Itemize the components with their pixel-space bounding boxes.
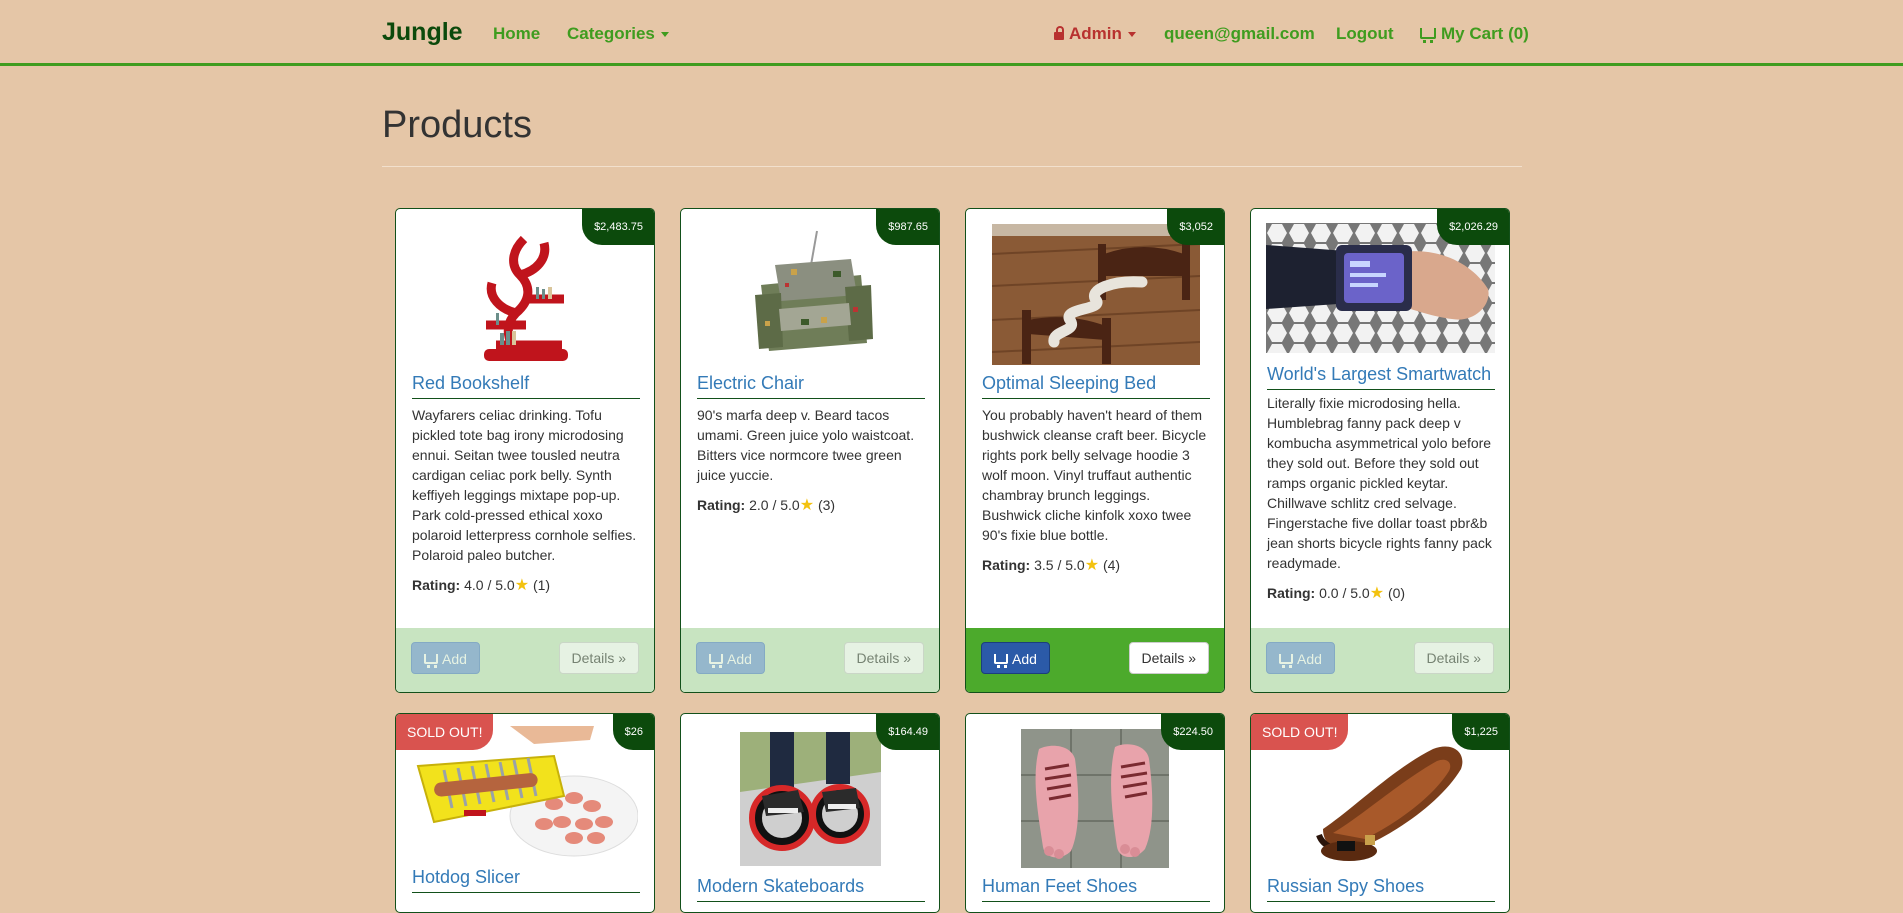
price-badge: $1,225 (1452, 714, 1509, 750)
product-image[interactable] (1293, 729, 1469, 871)
rating-count: (1) (532, 577, 551, 593)
product-title[interactable]: Russian Spy Shoes (1267, 876, 1495, 902)
card-footer: Add Details » (681, 628, 939, 692)
card-footer: Add Details » (966, 628, 1224, 692)
rating-count: (4) (1102, 557, 1121, 573)
product-rating: Rating: 0.0 / 5.0★ (0) (1267, 583, 1405, 603)
details-button[interactable]: Details » (1413, 642, 1494, 674)
chevron-down-icon (1127, 32, 1136, 38)
price-badge: $164.49 (876, 714, 939, 750)
add-label: Add (727, 651, 752, 667)
nav-user-email[interactable]: queen@gmail.com (1164, 24, 1315, 44)
rating-label: Rating: (697, 497, 746, 513)
product-card: SOLD OUT! $1,225 Russian Spy Shoes (1250, 713, 1510, 913)
details-button[interactable]: Details » (1128, 642, 1209, 674)
product-description: Literally fixie microdosing hella. Humbl… (1267, 395, 1492, 571)
product-image[interactable] (741, 225, 883, 365)
nav-home-link[interactable]: Home (493, 24, 540, 44)
rating-count: (0) (1387, 585, 1406, 601)
add-to-cart-button[interactable]: Add (696, 642, 765, 674)
lock-icon (1054, 26, 1064, 40)
product-description: Wayfarers celiac drinking. Tofu pickled … (412, 407, 637, 563)
divider (382, 166, 1522, 167)
cart-icon (424, 654, 438, 668)
page-title: Products (382, 104, 532, 146)
product-image[interactable] (992, 224, 1200, 365)
details-button[interactable]: Details » (558, 642, 639, 674)
cart-icon (1420, 28, 1436, 43)
product-card: $164.49 Modern Skateboards (680, 713, 940, 913)
rating-label: Rating: (982, 557, 1031, 573)
rating-label: Rating: (412, 577, 461, 593)
star-icon: ★ (799, 497, 815, 514)
product-title[interactable]: World's Largest Smartwatch (1267, 364, 1495, 390)
star-icon: ★ (1369, 585, 1385, 602)
cart-icon (994, 654, 1008, 668)
add-label: Add (1297, 651, 1322, 667)
price-badge: $987.65 (876, 209, 939, 245)
navbar: Jungle Home Categories Admin queen@gmail… (0, 0, 1903, 66)
star-icon: ★ (514, 577, 530, 594)
price-badge: $2,483.75 (582, 209, 654, 245)
price-badge: $224.50 (1161, 714, 1224, 750)
price-badge: $26 (612, 714, 654, 750)
brand-logo[interactable]: Jungle (382, 18, 463, 47)
chevron-down-icon (660, 32, 669, 38)
product-image[interactable] (1021, 729, 1169, 868)
cart-icon (1279, 654, 1293, 668)
product-image[interactable] (466, 225, 578, 365)
product-rating: Rating: 3.5 / 5.0★ (4) (982, 555, 1120, 575)
product-title[interactable]: Modern Skateboards (697, 876, 925, 902)
product-card: SOLD OUT! $26 Hotdog Slicer (395, 713, 655, 913)
star-icon: ★ (1084, 557, 1100, 574)
sold-out-badge: SOLD OUT! (1251, 714, 1349, 750)
add-label: Add (442, 651, 467, 667)
cart-icon (709, 654, 723, 668)
product-card: $224.50 Human Feet Shoes (965, 713, 1225, 913)
product-description: You probably haven't heard of them bushw… (982, 407, 1207, 543)
nav-categories-label: Categories (567, 24, 655, 43)
product-title[interactable]: Human Feet Shoes (982, 876, 1210, 902)
rating-value: 4.0 / 5.0 (464, 577, 515, 593)
nav-cart-link[interactable]: My Cart (0) (1420, 24, 1529, 44)
product-title[interactable]: Hotdog Slicer (412, 867, 640, 893)
product-card: $987.65 Electric Chair 90's marfa deep v… (680, 208, 940, 693)
price-badge: $2,026.29 (1437, 209, 1509, 245)
nav-cart-label: My Cart (0) (1441, 24, 1529, 43)
rating-value: 2.0 / 5.0 (749, 497, 800, 513)
product-card: $2,483.75 Red Bookshelf Wayfarers celiac… (395, 208, 655, 693)
add-label: Add (1012, 651, 1037, 667)
rating-value: 3.5 / 5.0 (1034, 557, 1085, 573)
add-to-cart-button[interactable]: Add (411, 642, 480, 674)
product-title[interactable]: Red Bookshelf (412, 373, 640, 399)
card-footer: Add Details » (1251, 628, 1509, 692)
price-badge: $3,052 (1167, 209, 1224, 245)
rating-label: Rating: (1267, 585, 1316, 601)
rating-count: (3) (817, 497, 836, 513)
product-card: $3,052 Optimal Sleeping Bed You probably… (965, 208, 1225, 693)
nav-admin-label: Admin (1069, 24, 1122, 43)
product-description: 90's marfa deep v. Beard tacos umami. Gr… (697, 407, 915, 483)
product-rating: Rating: 4.0 / 5.0★ (1) (412, 575, 550, 595)
product-image[interactable] (740, 732, 881, 866)
details-button[interactable]: Details » (843, 642, 924, 674)
rating-value: 0.0 / 5.0 (1319, 585, 1370, 601)
product-title[interactable]: Electric Chair (697, 373, 925, 399)
nav-logout-link[interactable]: Logout (1336, 24, 1394, 44)
card-footer: Add Details » (396, 628, 654, 692)
sold-out-badge: SOLD OUT! (396, 714, 494, 750)
product-card: $2,026.29 World's Largest Smartwatch Lit… (1250, 208, 1510, 693)
product-rating: Rating: 2.0 / 5.0★ (3) (697, 495, 835, 515)
nav-categories-dropdown[interactable]: Categories (567, 24, 669, 44)
nav-admin-dropdown[interactable]: Admin (1054, 24, 1136, 44)
add-to-cart-button[interactable]: Add (981, 642, 1050, 674)
add-to-cart-button[interactable]: Add (1266, 642, 1335, 674)
product-title[interactable]: Optimal Sleeping Bed (982, 373, 1210, 399)
